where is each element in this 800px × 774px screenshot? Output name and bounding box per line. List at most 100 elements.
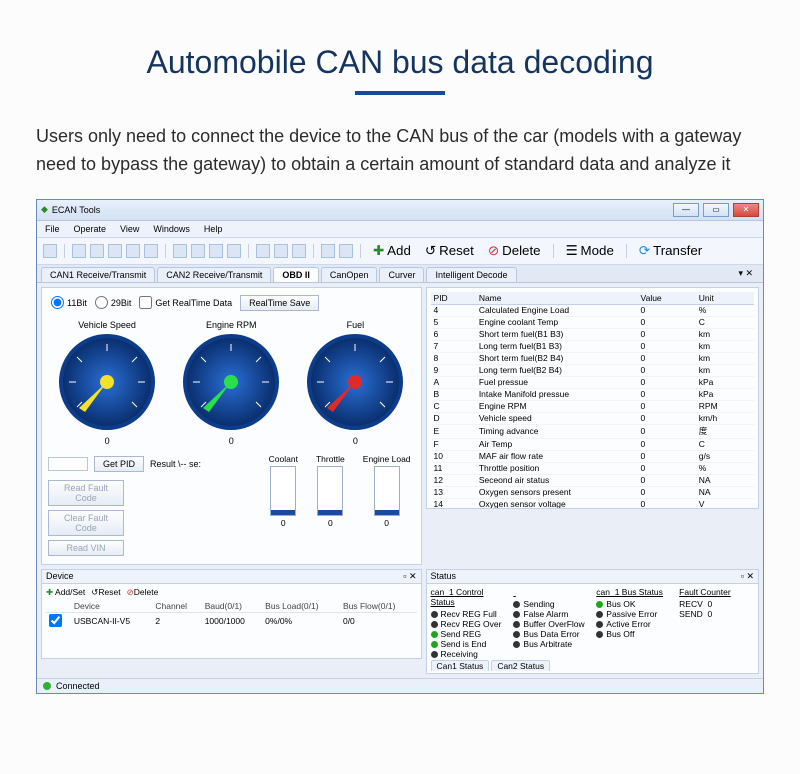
toolbar-icon[interactable] <box>292 244 306 258</box>
menu-view[interactable]: View <box>120 224 139 234</box>
status-col4-header: Fault Counter <box>679 587 754 597</box>
toolbar-icon[interactable] <box>256 244 270 258</box>
toolbar-icon[interactable] <box>209 244 223 258</box>
toolbar-icon[interactable] <box>144 244 158 258</box>
gauge-fuel-value: 0 <box>305 436 405 446</box>
table-row[interactable]: 8Short term fuel(B2 B4)0km <box>431 352 754 364</box>
tab-decode[interactable]: Intelligent Decode <box>426 267 516 282</box>
col-name[interactable]: Name <box>476 292 638 305</box>
table-row[interactable]: BIntake Manifold pressue0kPa <box>431 388 754 400</box>
col-value[interactable]: Value <box>638 292 696 305</box>
tab-canopen[interactable]: CanOpen <box>321 267 378 282</box>
table-row[interactable]: DVehicle speed0km/h <box>431 412 754 424</box>
pane-collapse-icon[interactable]: ▫ ✕ <box>741 571 754 582</box>
plus-icon: ✚ <box>373 243 384 259</box>
table-row[interactable]: ETiming advance0度 <box>431 424 754 438</box>
bar-engineload-label: Engine Load <box>363 454 411 464</box>
table-row[interactable]: CEngine RPM0RPM <box>431 400 754 412</box>
col-pid[interactable]: PID <box>431 292 476 305</box>
device-reset[interactable]: ↺Reset <box>91 587 120 598</box>
bar-coolant-label: Coolant <box>269 454 298 464</box>
bar-throttle <box>317 466 343 516</box>
clear-fault-button[interactable]: Clear Fault Code <box>48 510 124 536</box>
table-row[interactable]: 14Oxygen sensor voltage0V <box>431 498 754 509</box>
pane-collapse-icon[interactable]: ▫ ✕ <box>403 571 416 582</box>
toolbar-icon[interactable] <box>43 244 57 258</box>
tab-obd2[interactable]: OBD II <box>273 267 319 282</box>
table-row[interactable]: 4Calculated Engine Load0% <box>431 304 754 316</box>
toolbar-icon[interactable] <box>72 244 86 258</box>
minimize-button[interactable]: — <box>673 203 699 217</box>
table-row[interactable]: AFuel pressue0kPa <box>431 376 754 388</box>
get-pid-button[interactable]: Get PID <box>94 456 144 472</box>
toolbar-icon[interactable] <box>90 244 104 258</box>
radio-29bit[interactable]: 29Bit <box>95 296 132 309</box>
statusbar: Connected <box>37 678 763 693</box>
dev-col-device: Device <box>71 600 152 613</box>
tab-curver[interactable]: Curver <box>379 267 424 282</box>
toolbar: ✚Add ↺Reset ⊘Delete ☰Mode ⟳Transfer <box>37 238 763 265</box>
tab-can2[interactable]: CAN2 Receive/Transmit <box>157 267 271 282</box>
gauge-rpm <box>181 332 281 432</box>
table-row[interactable]: 7Long term fuel(B1 B3)0km <box>431 340 754 352</box>
realtime-save-button[interactable]: RealTime Save <box>240 295 319 311</box>
device-row[interactable]: USBCAN-II-V5 2 1000/1000 0%/0% 0/0 <box>46 612 417 630</box>
menu-help[interactable]: Help <box>204 224 223 234</box>
table-row[interactable]: 9Long term fuel(B2 B4)0km <box>431 364 754 376</box>
status-tab-can1[interactable]: Can1 Status <box>431 660 490 671</box>
device-check[interactable] <box>49 614 62 627</box>
radio-11bit[interactable]: 11Bit <box>51 296 87 309</box>
dev-col-channel: Channel <box>152 600 201 613</box>
table-row[interactable]: 6Short term fuel(B1 B3)0km <box>431 328 754 340</box>
read-fault-button[interactable]: Read Fault Code <box>48 480 124 506</box>
toolbar-icon[interactable] <box>191 244 205 258</box>
toolbar-icon[interactable] <box>274 244 288 258</box>
check-realtime[interactable]: Get RealTime Data <box>139 296 232 309</box>
table-row[interactable]: 11Throttle position0% <box>431 462 754 474</box>
bar-throttle-label: Throttle <box>316 454 345 464</box>
menu-operate[interactable]: Operate <box>74 224 107 234</box>
toolbar-icon[interactable] <box>126 244 140 258</box>
toolbar-icon[interactable] <box>173 244 187 258</box>
tab-can1[interactable]: CAN1 Receive/Transmit <box>41 267 155 282</box>
mode-icon: ☰ <box>566 243 578 259</box>
close-button[interactable]: ✕ <box>733 203 759 217</box>
table-row[interactable]: 13Oxygen sensors present0NA <box>431 486 754 498</box>
table-row[interactable]: 5Engine coolant Temp0C <box>431 316 754 328</box>
dev-col-baud: Baud(0/1) <box>202 600 262 613</box>
transfer-icon: ⟳ <box>639 243 650 259</box>
table-row[interactable]: 10MAF air flow rate0g/s <box>431 450 754 462</box>
tab-close-icon[interactable]: ▾ ✕ <box>732 267 759 282</box>
device-addset[interactable]: ✚ Add/Set <box>46 587 85 598</box>
read-vin-button[interactable]: Read VIN <box>48 540 124 556</box>
app-window: ◆ ECAN Tools — ▭ ✕ File Operate View Win… <box>36 199 764 694</box>
app-icon: ◆ <box>41 204 48 215</box>
reset-icon: ↺ <box>425 243 436 259</box>
gauge-speed-value: 0 <box>57 436 157 446</box>
status-col1-header: can_1 Control Status <box>431 587 506 607</box>
col-unit[interactable]: Unit <box>696 292 754 305</box>
menubar: File Operate View Windows Help <box>37 221 763 238</box>
pid-input[interactable] <box>48 457 88 471</box>
toolbar-icon[interactable] <box>321 244 335 258</box>
mode-button[interactable]: ☰Mode <box>561 241 619 261</box>
add-button[interactable]: ✚Add <box>368 241 416 261</box>
toolbar-icon[interactable] <box>227 244 241 258</box>
gauge-rpm-value: 0 <box>181 436 281 446</box>
menu-windows[interactable]: Windows <box>153 224 190 234</box>
reset-button[interactable]: ↺Reset <box>420 241 479 261</box>
gauge-speed-label: Vehicle Speed <box>57 320 157 330</box>
delete-button[interactable]: ⊘Delete <box>483 241 546 261</box>
toolbar-icon[interactable] <box>339 244 353 258</box>
maximize-button[interactable]: ▭ <box>703 203 729 217</box>
table-row[interactable]: 12Seceond air status0NA <box>431 474 754 486</box>
gauge-speed <box>57 332 157 432</box>
device-delete[interactable]: ⊘Delete <box>127 587 159 598</box>
window-title: ECAN Tools <box>52 205 100 215</box>
table-row[interactable]: FAir Temp0C <box>431 438 754 450</box>
bar-engineload <box>374 466 400 516</box>
status-tab-can2[interactable]: Can2 Status <box>491 660 550 671</box>
toolbar-icon[interactable] <box>108 244 122 258</box>
transfer-button[interactable]: ⟳Transfer <box>634 241 707 261</box>
menu-file[interactable]: File <box>45 224 60 234</box>
